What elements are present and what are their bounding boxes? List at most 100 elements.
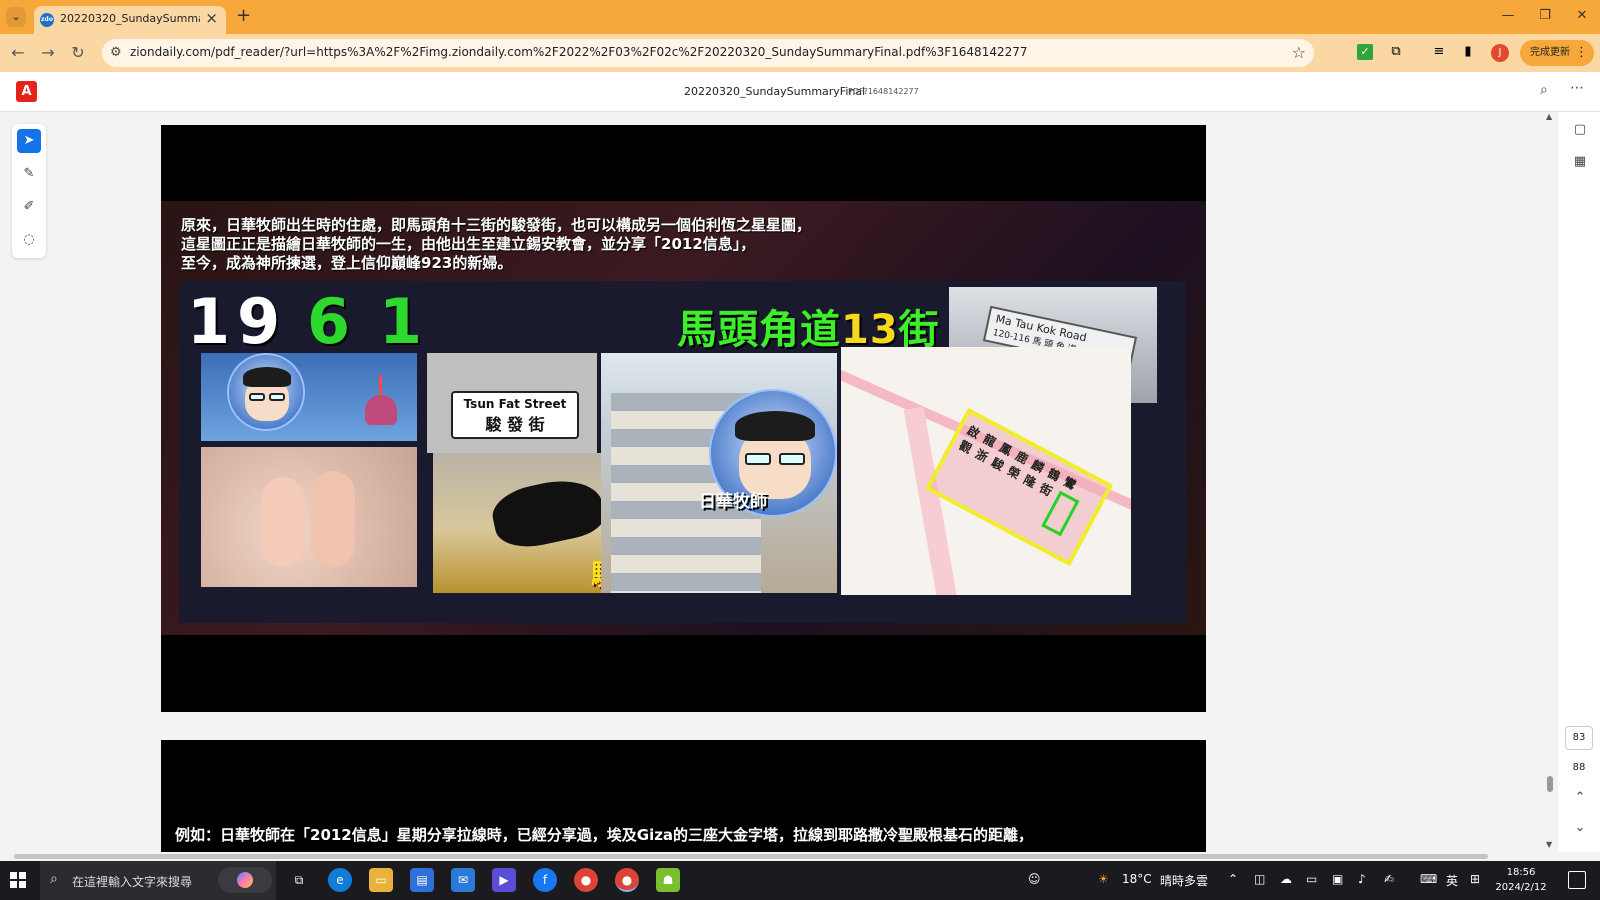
slide-collage: 1 9 6 1 馬頭角道13街 Tsun Fat Street 駿 發 街 日華… bbox=[179, 281, 1186, 623]
slide-intro-line: 原來，日華牧師出生時的住處，即馬頭角十三街的駿發街，也可以構成另一個伯利恆之星星… bbox=[181, 216, 812, 234]
glasses-shape bbox=[779, 453, 805, 465]
street-heading-road: 馬頭角道 bbox=[677, 307, 841, 353]
scroll-up-icon[interactable]: ▲ bbox=[1546, 112, 1552, 121]
ime-language[interactable]: 英 bbox=[1446, 872, 1458, 889]
forward-icon[interactable]: → bbox=[38, 43, 58, 62]
puzzle-icon[interactable]: ⧉ bbox=[1388, 44, 1404, 60]
network-icon[interactable]: ▣ bbox=[1332, 872, 1343, 886]
grid-icon[interactable]: ▦ bbox=[1570, 152, 1590, 172]
site-info-icon[interactable]: ⚙ bbox=[110, 45, 122, 60]
clock-date: 2024/2/12 bbox=[1495, 882, 1547, 893]
scroll-down-icon[interactable]: ▼ bbox=[1546, 840, 1552, 849]
android-icon[interactable]: ☗ bbox=[656, 868, 680, 892]
tab-search-dropdown[interactable]: ⌄ bbox=[6, 7, 26, 27]
select-icon[interactable]: ➤ bbox=[17, 129, 41, 153]
mail-icon[interactable]: ✉ bbox=[451, 868, 475, 892]
search-icon[interactable]: ⌕ bbox=[1540, 82, 1548, 98]
year-digit: 9 bbox=[237, 285, 281, 358]
year-digit: 6 bbox=[307, 285, 351, 358]
clock-time: 18:56 bbox=[1506, 867, 1536, 878]
media-control-icon[interactable]: ≡ bbox=[1431, 44, 1447, 60]
previous-page-icon[interactable]: ⌃ bbox=[1570, 788, 1590, 808]
chrome-active-icon[interactable]: ● bbox=[615, 868, 639, 892]
restore-button[interactable]: ❐ bbox=[1535, 8, 1555, 23]
taskbar-clock[interactable]: 18:56 2024/2/12 bbox=[1486, 865, 1556, 895]
windows-start-icon[interactable] bbox=[10, 872, 26, 888]
task-view-icon[interactable]: ⧉ bbox=[287, 868, 311, 892]
camera-icon[interactable]: ◫ bbox=[1254, 872, 1265, 886]
ziondaily-favicon: zdo bbox=[40, 13, 54, 27]
reload-icon[interactable]: ↻ bbox=[68, 43, 88, 62]
close-window-button[interactable]: ✕ bbox=[1572, 8, 1592, 23]
back-icon[interactable]: ← bbox=[8, 43, 28, 62]
map-street-labels: 啟 龍 鳳 鹿 麟 鶴 鸞 觀 浙 駿 榮 隆 街 bbox=[956, 421, 1096, 517]
slide-intro-line: 至今，成為神所揀選，登上信仰巔峰923的新婦。 bbox=[181, 254, 513, 272]
extension-check-icon[interactable]: ✓ bbox=[1357, 44, 1373, 60]
pastor-avatar-small bbox=[227, 353, 305, 431]
vertical-scroll-thumb[interactable] bbox=[1547, 776, 1553, 792]
menu-dots-icon: ⋮ bbox=[1575, 45, 1588, 60]
update-button[interactable]: 完成更新 ⋮ bbox=[1520, 40, 1594, 66]
chrome-icon[interactable]: ● bbox=[574, 868, 598, 892]
horizontal-scroll-thumb[interactable] bbox=[14, 854, 1488, 859]
glasses-shape bbox=[745, 453, 771, 465]
media-player-icon[interactable]: ▶ bbox=[492, 868, 516, 892]
profile-avatar[interactable]: J bbox=[1491, 44, 1509, 62]
sign-english: Tsun Fat Street bbox=[463, 397, 567, 411]
map-street-name: 龍 bbox=[980, 431, 999, 451]
weather-icon[interactable]: ☀ bbox=[1098, 872, 1109, 886]
new-tab-button[interactable]: + bbox=[236, 5, 251, 26]
map-street-name: 榮 bbox=[1005, 463, 1024, 483]
weather-description[interactable]: 晴時多雲 bbox=[1160, 872, 1208, 889]
glasses-shape bbox=[269, 393, 285, 401]
more-options-icon[interactable]: ⋯ bbox=[1570, 80, 1584, 96]
copilot-button[interactable] bbox=[218, 867, 272, 893]
store-icon[interactable]: ▤ bbox=[410, 868, 434, 892]
taskbar-search-box[interactable]: ⌕ 在這裡輸入文字來搜尋 bbox=[40, 861, 276, 900]
pen-icon[interactable]: ✍ bbox=[1384, 872, 1394, 886]
address-bar-row: ← → ↻ ⚙ ziondaily.com/pdf_reader/?url=ht… bbox=[0, 34, 1600, 72]
file-explorer-icon[interactable]: ▭ bbox=[369, 868, 393, 892]
tray-overflow-icon[interactable]: ⌃ bbox=[1228, 872, 1238, 886]
windows-taskbar: ⌕ 在這裡輸入文字來搜尋 ⧉ e ▭ ▤ ✉ ▶ f ● ● ☗ ☺ ☀ 18°… bbox=[0, 861, 1600, 900]
tab-close-icon[interactable]: × bbox=[205, 9, 218, 27]
url-text[interactable]: ziondaily.com/pdf_reader/?url=https%3A%2… bbox=[130, 45, 1028, 59]
people-icon[interactable]: ☺ bbox=[1028, 872, 1041, 886]
map-street-name: 街 bbox=[1037, 480, 1056, 500]
slide-intro-text: 原來，日華牧師出生時的住處，即馬頭角十三街的駿發街，也可以構成另一個伯利恆之星星… bbox=[181, 216, 881, 273]
tab-title: 20220320_SundaySummaryF bbox=[60, 12, 200, 25]
map-street-name: 啟 bbox=[964, 423, 983, 442]
vertical-scrollbar[interactable]: ▲ ▼ bbox=[1543, 112, 1557, 852]
horizontal-scrollbar[interactable] bbox=[0, 852, 1543, 861]
page2-slide-text: 例如：日華牧師在「2012信息」星期分享拉線時，已經分享過，埃及Giza的三座大… bbox=[175, 826, 1034, 844]
comment-icon[interactable]: ✎ bbox=[17, 162, 41, 186]
pdf-document-area[interactable]: 原來，日華牧師出生時的住處，即馬頭角十三街的駿發街，也可以構成另一個伯利恆之星星… bbox=[56, 112, 1558, 852]
tab-active[interactable]: zdo 20220320_SundaySummaryF × bbox=[34, 6, 226, 34]
battery-icon[interactable]: ▭ bbox=[1306, 872, 1317, 886]
side-panel-icon[interactable]: ▮ bbox=[1460, 44, 1476, 60]
weather-temperature[interactable]: 18°C bbox=[1122, 872, 1152, 886]
year-digit: 1 bbox=[379, 285, 423, 358]
lasso-icon[interactable]: ◌ bbox=[17, 228, 41, 252]
onedrive-icon[interactable]: ☁ bbox=[1280, 872, 1292, 886]
edge-icon[interactable]: e bbox=[328, 868, 352, 892]
map-street-name: 鹿 bbox=[1013, 448, 1032, 468]
bookmark-star-icon[interactable]: ☆ bbox=[1292, 43, 1306, 62]
avatar-hair bbox=[735, 411, 815, 441]
slide-image: 原來，日華牧師出生時的住處，即馬頭角十三街的駿發街，也可以構成另一個伯利恆之星星… bbox=[161, 201, 1206, 635]
comments-panel-icon[interactable]: ▢ bbox=[1570, 120, 1590, 140]
pen-icon[interactable]: ✐ bbox=[17, 195, 41, 219]
url-omnibox[interactable]: ⚙ ziondaily.com/pdf_reader/?url=https%3A… bbox=[102, 39, 1314, 67]
ime-mode-icon[interactable]: ⊞ bbox=[1470, 872, 1480, 886]
pastor-caption: 日華牧師 bbox=[699, 492, 767, 512]
candle-shape bbox=[379, 375, 382, 395]
notification-icon[interactable] bbox=[1568, 871, 1586, 889]
keyboard-icon[interactable]: ⌨ bbox=[1420, 872, 1437, 886]
baby-feet-photo bbox=[201, 447, 417, 587]
next-page-icon[interactable]: ⌄ bbox=[1570, 818, 1590, 838]
avatar-hair bbox=[243, 367, 291, 387]
current-page-input[interactable]: 83 bbox=[1565, 726, 1593, 750]
facebook-icon[interactable]: f bbox=[533, 868, 557, 892]
minimize-button[interactable]: — bbox=[1498, 8, 1518, 23]
volume-icon[interactable]: ♪ bbox=[1358, 872, 1366, 886]
